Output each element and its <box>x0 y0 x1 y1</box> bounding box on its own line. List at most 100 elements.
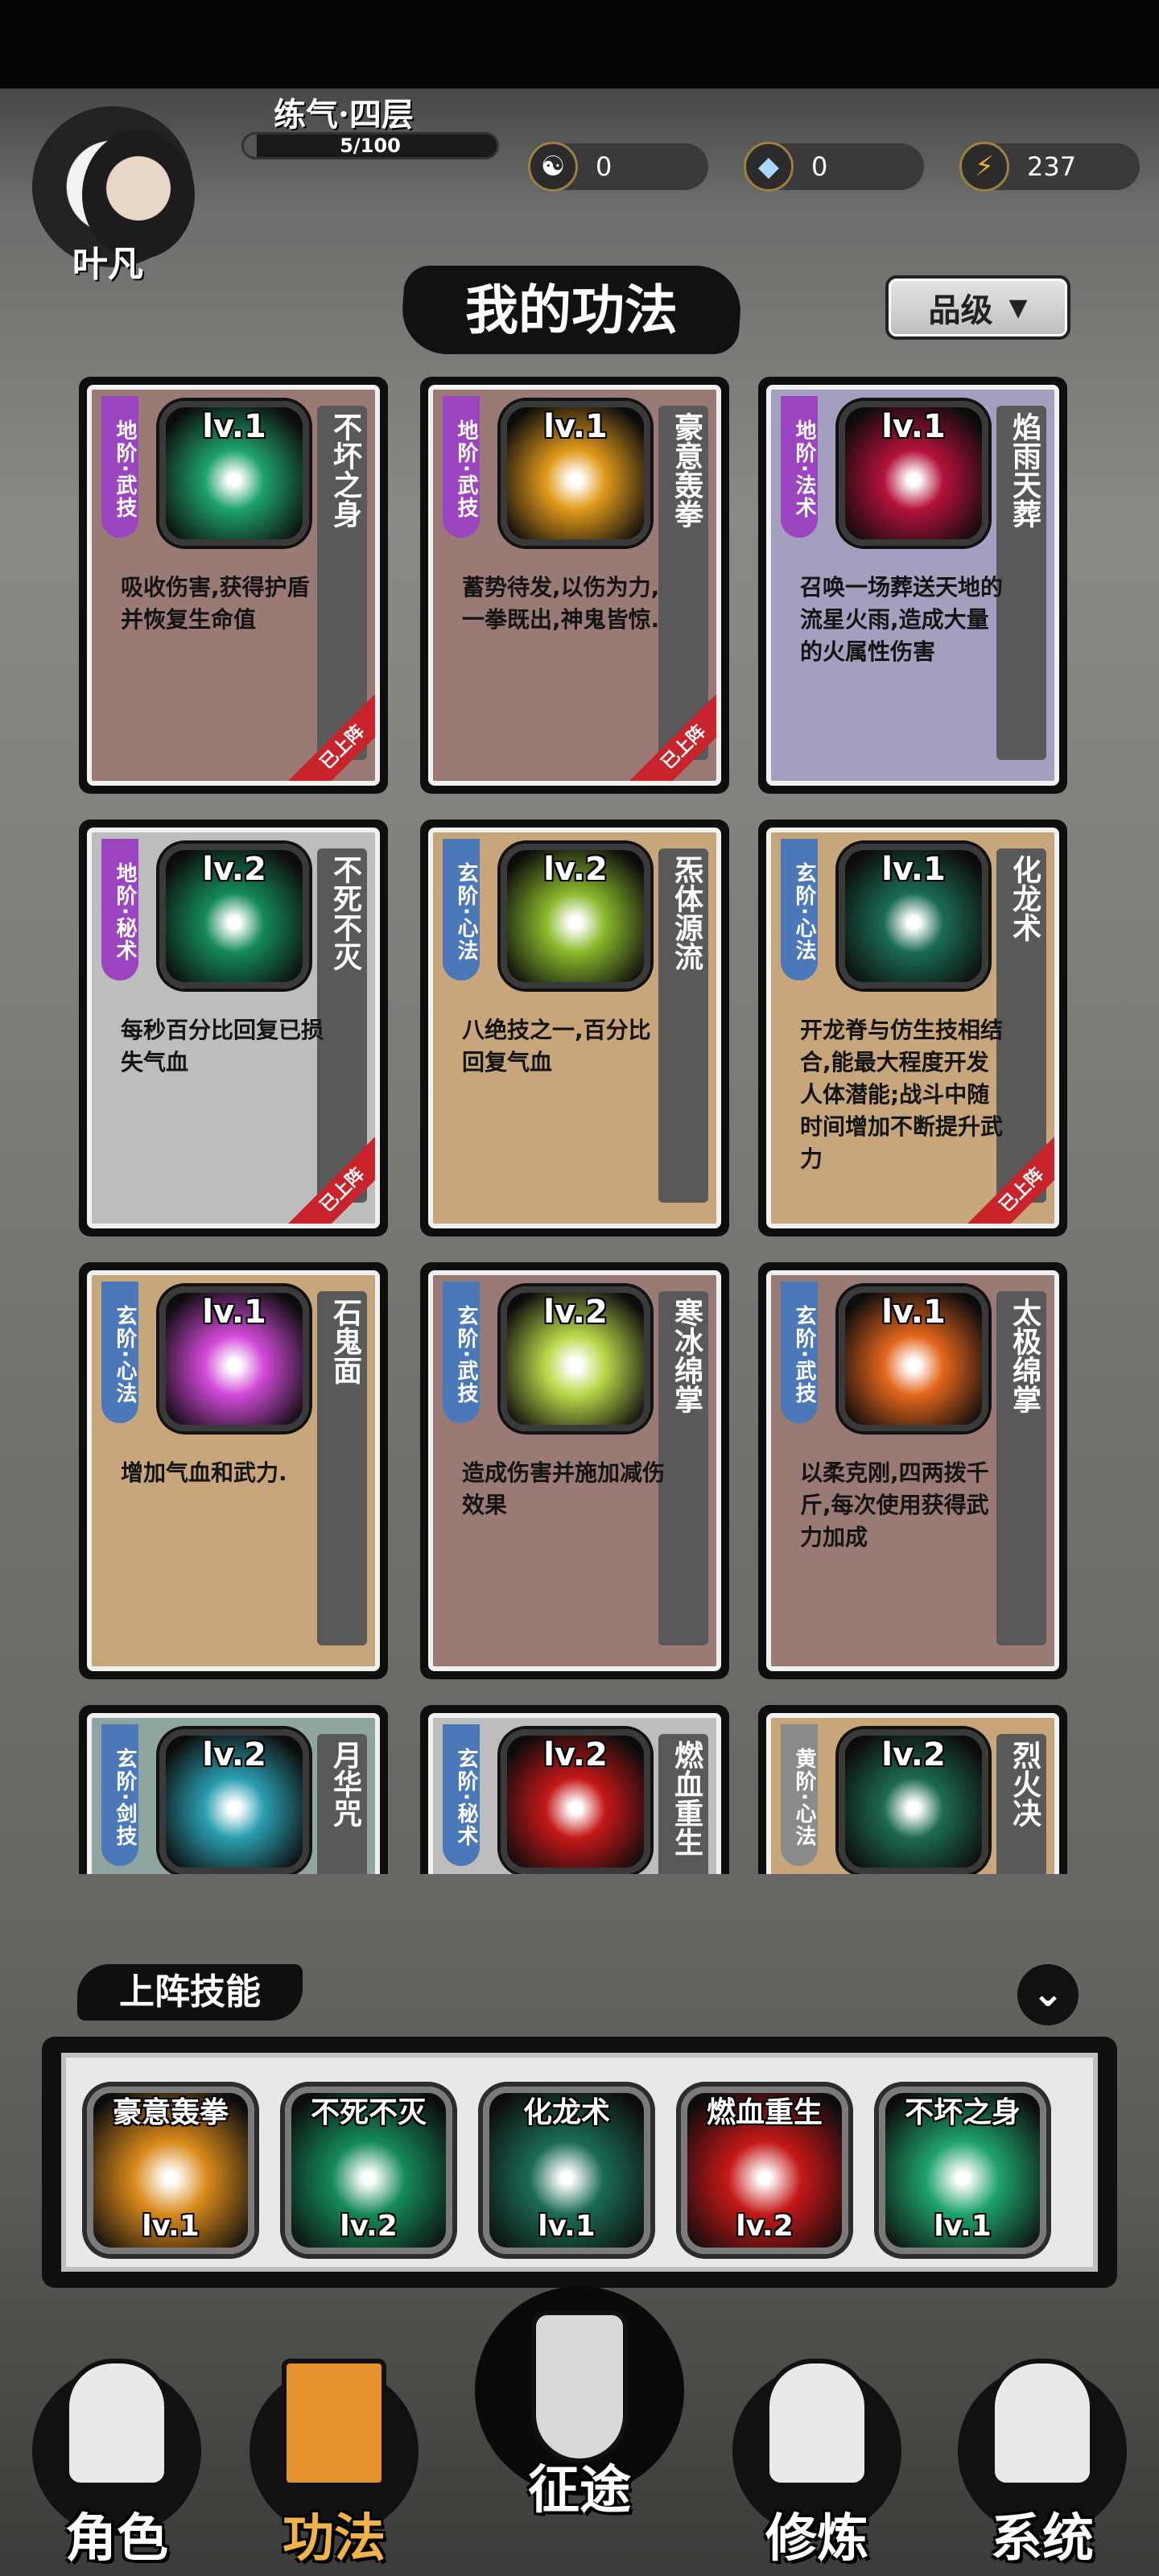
skill-description: 八绝技之一,百分比回复气血 <box>462 1017 651 1075</box>
skill-card[interactable]: 玄阶·心法 lv.1 石鬼面 增加气血和武力. <box>79 1262 388 1679</box>
exp-text: 5/100 <box>340 134 401 157</box>
crystal-icon: ◆ <box>744 142 794 192</box>
skill-art-icon: lv.2 <box>501 844 650 989</box>
lineup-skill-name: 化龙术 <box>522 2096 610 2129</box>
lightning-icon: ⚡ <box>959 142 1009 192</box>
skill-grade-tag: 地阶·武技 <box>101 396 138 538</box>
lineup-slot[interactable]: 化龙术 lv.1 <box>483 2087 650 2254</box>
nav-label: 系统 <box>991 2508 1094 2569</box>
skill-art-icon: lv.2 <box>839 1729 988 1874</box>
lineup-slot[interactable]: 不死不灭 lv.2 <box>285 2087 452 2254</box>
skill-grade-tag: 地阶·法术 <box>781 396 818 538</box>
skill-name: 月华咒 <box>328 1740 362 1827</box>
skill-card[interactable]: 黄阶·心法 lv.2 烈火决 <box>758 1705 1067 1874</box>
skill-name-strip: 燃血重生 <box>658 1734 708 1874</box>
resource-energy[interactable]: ⚡ 237 <box>959 142 1140 192</box>
lineup-slot[interactable]: 燃血重生 lv.2 <box>681 2087 848 2254</box>
skill-grade-tag: 玄阶·剑技 <box>101 1724 138 1866</box>
resource-yin-yang[interactable]: ☯ 0 <box>528 142 708 192</box>
skill-name: 焰雨天葬 <box>1008 412 1041 528</box>
skill-level: lv.1 <box>881 851 946 888</box>
skill-description: 以柔克刚,四两拨千斤,每次使用获得武力加成 <box>800 1459 989 1550</box>
skill-art-icon: lv.1 <box>839 844 988 989</box>
skill-level: lv.1 <box>202 408 266 445</box>
nav-item[interactable]: 系统 <box>950 2334 1135 2576</box>
lineup-skill-name: 不死不灭 <box>310 2096 427 2129</box>
player-header: 叶凡 练气·四层 5/100 ☯ 0 ◆ 0 ⚡ 237 <box>0 89 1159 290</box>
lineup-skill-level: lv.1 <box>934 2210 992 2243</box>
skill-card-body: 玄阶·武技 lv.2 寒冰绵掌 造成伤害并施加减伤效果 <box>428 1270 721 1671</box>
skill-level: lv.2 <box>543 851 608 888</box>
skill-card-body: 玄阶·心法 lv.1 化龙术 开龙脊与仿生技相结合,能最大程度开发人体潜能;战斗… <box>766 828 1059 1228</box>
skill-level: lv.1 <box>881 1294 946 1331</box>
skill-grade-tag: 玄阶·秘术 <box>443 1724 480 1866</box>
lineup-header: 上阵技能 <box>77 1964 303 2021</box>
resource-crystal[interactable]: ◆ 0 <box>744 142 924 192</box>
skill-card[interactable]: 玄阶·秘术 lv.2 燃血重生 <box>420 1705 729 1874</box>
exp-bar: 5/100 <box>241 132 499 159</box>
bottom-nav: 角色 功法 征途 修炼 系统 <box>0 2286 1159 2576</box>
skill-card[interactable]: 玄阶·心法 lv.1 化龙术 开龙脊与仿生技相结合,能最大程度开发人体潜能;战斗… <box>758 819 1067 1236</box>
lineup-skill-name: 不坏之身 <box>904 2096 1021 2129</box>
skill-card-body: 玄阶·武技 lv.1 太极绵掌 以柔克刚,四两拨千斤,每次使用获得武力加成 <box>766 1270 1059 1671</box>
nav-item[interactable]: 征途 <box>475 2286 684 2528</box>
nav-label: 角色 <box>65 2508 168 2569</box>
skill-card[interactable]: 地阶·武技 lv.1 不坏之身 吸收伤害,获得护盾并恢复生命值 已上阵 <box>79 377 388 794</box>
skill-level: lv.2 <box>881 1736 946 1773</box>
skill-card-body: 黄阶·心法 lv.2 烈火决 <box>766 1713 1059 1874</box>
nav-item[interactable]: 修炼 <box>724 2334 909 2576</box>
skill-card[interactable]: 玄阶·武技 lv.1 太极绵掌 以柔克刚,四两拨千斤,每次使用获得武力加成 <box>758 1262 1067 1679</box>
skill-card-body: 地阶·武技 lv.1 豪意轰拳 蓄势待发,以伤为力,一拳既出,神鬼皆惊. 已上阵 <box>428 385 721 786</box>
player-name: 叶凡 <box>72 244 143 285</box>
skill-grade-tag: 地阶·武技 <box>443 396 480 538</box>
nav-label: 征途 <box>528 2460 631 2520</box>
skill-card[interactable]: 玄阶·剑技 lv.2 月华咒 <box>79 1705 388 1874</box>
skill-level: lv.1 <box>881 408 946 445</box>
skill-description: 开龙脊与仿生技相结合,能最大程度开发人体潜能;战斗中随时间增加不断提升武力 <box>800 1017 1004 1172</box>
skill-art-icon: lv.2 <box>159 1729 309 1874</box>
skill-description: 造成伤害并施加减伤效果 <box>462 1459 666 1518</box>
meditation-icon <box>765 2359 869 2487</box>
lineup-slot[interactable]: 豪意轰拳 lv.1 <box>87 2087 254 2254</box>
skill-name-strip: 月华咒 <box>317 1734 367 1874</box>
page-title: 我的功法 <box>465 279 678 341</box>
skill-name: 不死不灭 <box>328 855 362 971</box>
skill-name: 不坏之身 <box>328 412 362 528</box>
resource-value: 237 <box>1027 151 1077 182</box>
skill-description: 吸收伤害,获得护盾并恢复生命值 <box>121 574 310 633</box>
cultivation-realm: 练气·四层 <box>274 96 414 134</box>
skill-card-body: 玄阶·心法 lv.1 石鬼面 增加气血和武力. <box>87 1270 380 1671</box>
resource-value: 0 <box>596 151 612 182</box>
skill-card[interactable]: 地阶·法术 lv.1 焰雨天葬 召唤一场葬送天地的流星火雨,造成大量的火属性伤害 <box>758 377 1067 794</box>
skill-card[interactable]: 玄阶·心法 lv.2 炁体源流 八绝技之一,百分比回复气血 <box>420 819 729 1236</box>
nav-label: 功法 <box>283 2508 386 2569</box>
skill-grade-tag: 玄阶·武技 <box>443 1282 480 1423</box>
skill-card[interactable]: 玄阶·武技 lv.2 寒冰绵掌 造成伤害并施加减伤效果 <box>420 1262 729 1679</box>
skill-card[interactable]: 地阶·武技 lv.1 豪意轰拳 蓄势待发,以伤为力,一拳既出,神鬼皆惊. 已上阵 <box>420 377 729 794</box>
skill-name: 燃血重生 <box>670 1740 703 1856</box>
skill-level: lv.2 <box>202 1736 266 1773</box>
skill-card-body: 玄阶·剑技 lv.2 月华咒 <box>87 1713 380 1874</box>
sort-by-grade-button[interactable]: 品级 ▼ <box>885 275 1070 340</box>
skill-grade-tag: 玄阶·心法 <box>443 839 480 980</box>
skill-description: 增加气血和武力. <box>121 1459 287 1486</box>
lineup-slot[interactable]: 不坏之身 lv.1 <box>879 2087 1046 2254</box>
skill-card-body: 地阶·秘术 lv.2 不死不灭 每秒百分比回复已损失气血 已上阵 <box>87 828 380 1228</box>
lineup-skill-name: 燃血重生 <box>706 2096 823 2129</box>
skill-art-icon: lv.2 <box>501 1729 650 1874</box>
sort-label: 品级 <box>928 292 993 329</box>
skill-card-body: 玄阶·秘术 lv.2 燃血重生 <box>428 1713 721 1874</box>
nav-item[interactable]: 角色 <box>24 2334 209 2576</box>
nav-item[interactable]: 功法 <box>241 2334 427 2576</box>
skill-card[interactable]: 地阶·秘术 lv.2 不死不灭 每秒百分比回复已损失气血 已上阵 <box>79 819 388 1236</box>
lineup-skill-level: lv.2 <box>736 2210 794 2243</box>
skill-grade-tag: 玄阶·武技 <box>781 1282 818 1423</box>
chevron-down-icon[interactable]: ⌄ <box>1017 1964 1079 2025</box>
skill-card-body: 地阶·法术 lv.1 焰雨天葬 召唤一场葬送天地的流星火雨,造成大量的火属性伤害 <box>766 385 1059 786</box>
lineup-skill-level: lv.2 <box>340 2210 398 2243</box>
sword-emblem-icon <box>531 2310 628 2463</box>
skill-level: lv.1 <box>202 1294 266 1331</box>
skill-name: 寒冰绵掌 <box>670 1298 703 1414</box>
skill-name-strip: 烈火决 <box>996 1734 1046 1874</box>
lineup-slots: 豪意轰拳 lv.1 不死不灭 lv.2 化龙术 lv.1 燃血重生 lv.2 不… <box>61 2053 1098 2272</box>
